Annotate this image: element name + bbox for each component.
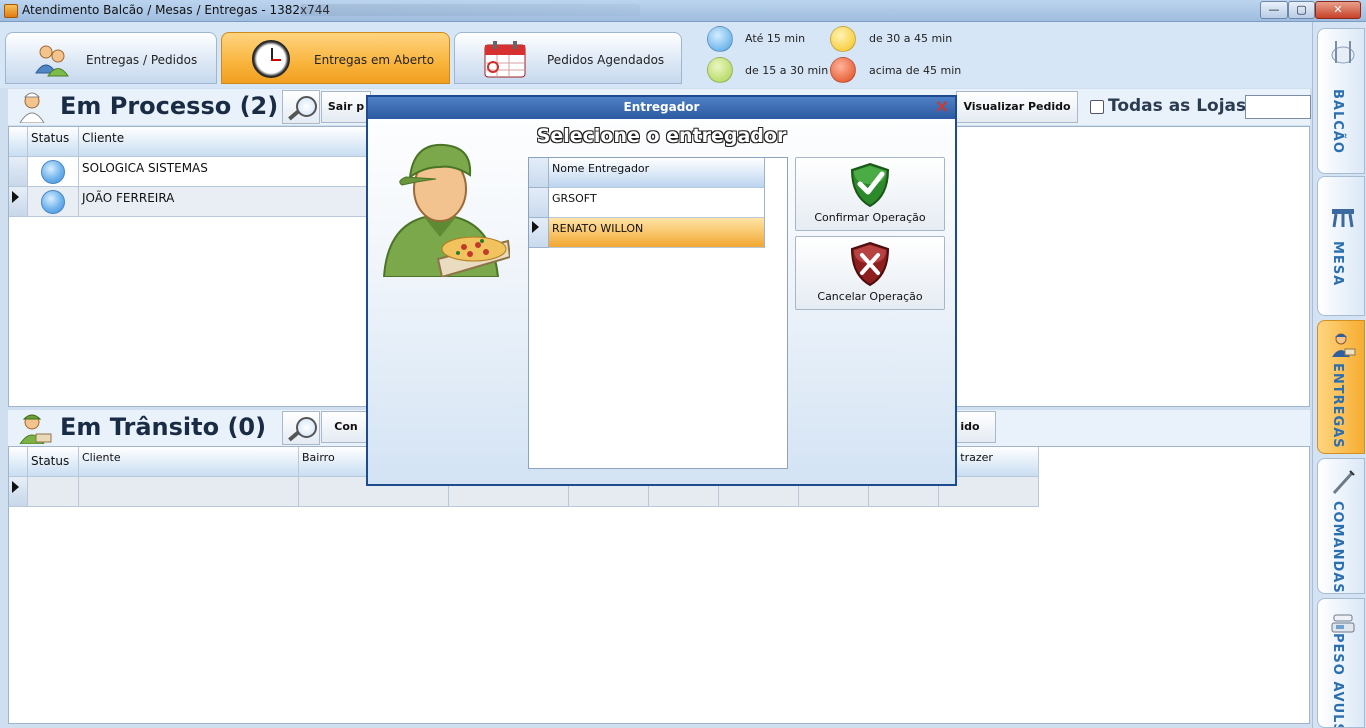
todas-lojas-checkbox[interactable]	[1090, 100, 1104, 114]
entregador-name: GRSOFT	[549, 188, 765, 218]
green-check-shield-icon	[850, 162, 890, 208]
search-button[interactable]	[282, 411, 320, 445]
row-selector[interactable]	[9, 477, 28, 507]
row-selector-header	[9, 447, 28, 477]
attendant-icon	[19, 92, 45, 123]
legend-label: de 15 a 30 min	[745, 64, 829, 77]
dialog-titlebar: Entregador ✕	[368, 97, 955, 119]
app-icon	[4, 4, 18, 18]
dialog-title: Entregador	[623, 100, 700, 114]
tab-label: Pedidos Agendados	[547, 53, 665, 67]
clock-icon	[252, 40, 290, 78]
list-item[interactable]: RENATO WILLON	[529, 218, 765, 248]
row-selector[interactable]	[9, 187, 28, 217]
top-toolbar: Entregas / Pedidos Entregas em Aberto Pe…	[0, 22, 1312, 88]
scale-icon	[1331, 614, 1355, 633]
list-item[interactable]: GRSOFT	[529, 188, 765, 218]
section-title: Em Trânsito (0)	[60, 413, 267, 441]
table-row[interactable]: JOÃO FERREIRA	[9, 187, 369, 217]
nome-entregador-column-header[interactable]: Nome Entregador	[549, 158, 765, 188]
status-column-header[interactable]: Status	[28, 127, 79, 157]
entregador-dialog: Entregador ✕ Selecione o entregador Nome…	[366, 95, 957, 486]
sidebar-item-mesa[interactable]: MESA	[1317, 176, 1365, 316]
sidebar-item-peso-avulso[interactable]: PESO AVULSO	[1317, 598, 1365, 728]
visualizar-pedido-button[interactable]: Visualizar Pedido	[956, 91, 1078, 123]
cancel-label: Cancelar Operação	[817, 290, 923, 303]
row-selector-header	[529, 158, 549, 188]
row-selector-header	[9, 127, 28, 157]
legend-dot-yellow	[830, 26, 856, 52]
confirmar-operacao-button[interactable]: Confirmar Operação	[795, 157, 945, 231]
legend-label: acima de 45 min	[869, 64, 962, 77]
table-icon	[1332, 209, 1354, 228]
minimize-button[interactable]: —	[1260, 1, 1288, 19]
sidebar-item-balcao[interactable]: BALCÃO	[1317, 28, 1365, 174]
pen-icon	[1332, 470, 1355, 495]
tab-label: Entregas / Pedidos	[86, 53, 198, 67]
search-button[interactable]	[282, 90, 320, 124]
sair-button[interactable]: Sair p	[321, 91, 371, 123]
right-sidebar: BALCÃO MESA ENTREGAS COMANDAS PESO AVULS…	[1312, 22, 1366, 728]
confirm-label: Confirmar Operação	[814, 211, 926, 224]
legend-dot-blue	[707, 26, 733, 52]
row-selector[interactable]	[9, 157, 28, 187]
current-row-pointer-icon	[12, 191, 19, 203]
sidebar-label: MESA	[1330, 241, 1345, 287]
status-column-header[interactable]: Status	[28, 447, 79, 477]
delivery-person-icon	[1332, 333, 1356, 357]
status-indicator-blue	[41, 190, 65, 214]
todas-lojas-label: Todas as Lojas	[1108, 96, 1247, 116]
tab-entregas-em-aberto[interactable]: Entregas em Aberto	[221, 32, 450, 84]
pizza-delivery-person-icon	[382, 143, 510, 277]
status-cell	[28, 157, 79, 187]
tab-pedidos-agendados[interactable]: Pedidos Agendados	[454, 32, 682, 84]
entregador-name: RENATO WILLON	[549, 218, 765, 248]
calendar-icon	[484, 41, 526, 78]
cancelar-operacao-button[interactable]: Cancelar Operação	[795, 236, 945, 310]
legend-label: Até 15 min	[745, 32, 806, 45]
con-button[interactable]: Con	[321, 411, 371, 443]
table-row[interactable]: SOLOGICA SISTEMAS	[9, 157, 369, 187]
row-selector[interactable]	[529, 218, 549, 248]
sidebar-label: PESO AVULSO	[1330, 633, 1345, 728]
maximize-button[interactable]: ▢	[1288, 1, 1315, 19]
entregador-list: Nome Entregador GRSOFT RENATO WILLON	[528, 157, 788, 469]
status-indicator-blue	[41, 160, 65, 184]
cliente-column-header[interactable]: Cliente	[79, 447, 299, 477]
cliente-cell: SOLOGICA SISTEMAS	[79, 157, 369, 187]
grid-cell	[28, 477, 79, 507]
row-selector[interactable]	[529, 188, 549, 218]
window-title: Atendimento Balcão / Mesas / Entregas - …	[22, 3, 331, 17]
list-header-row: Nome Entregador	[529, 158, 765, 188]
grid-cell	[79, 477, 299, 507]
transito-grid: Status Cliente Bairro r a trazer	[8, 446, 1310, 724]
sidebar-label: BALCÃO	[1330, 89, 1345, 154]
legend-dot-red	[830, 57, 856, 83]
blurred-titlebar-text	[300, 4, 640, 16]
grid-header-row: Status Cliente	[9, 127, 369, 157]
cutlery-icon	[1331, 41, 1355, 64]
sidebar-label: ENTREGAS	[1330, 363, 1345, 449]
section-title: Em Processo (2)	[60, 92, 279, 120]
sidebar-item-comandas[interactable]: COMANDAS	[1317, 458, 1365, 594]
red-x-shield-icon	[850, 241, 890, 287]
window-titlebar: Atendimento Balcão / Mesas / Entregas - …	[0, 0, 1366, 22]
tab-label: Entregas em Aberto	[314, 53, 435, 67]
close-window-button[interactable]: ✕	[1315, 1, 1361, 19]
legend-dot-green	[707, 57, 733, 83]
loja-input[interactable]	[1245, 95, 1311, 119]
close-icon[interactable]: ✕	[933, 99, 951, 117]
tab-entregas-pedidos[interactable]: Entregas / Pedidos	[5, 32, 217, 84]
delivery-person-icon	[19, 414, 52, 444]
current-row-pointer-icon	[12, 481, 19, 493]
people-icon	[35, 45, 69, 77]
legend-label: de 30 a 45 min	[869, 32, 953, 45]
current-row-pointer-icon	[532, 221, 539, 233]
cliente-column-header[interactable]: Cliente	[79, 127, 369, 157]
sidebar-label: COMANDAS	[1330, 501, 1345, 594]
sidebar-item-entregas[interactable]: ENTREGAS	[1317, 320, 1365, 454]
status-cell	[28, 187, 79, 217]
cliente-cell: JOÃO FERREIRA	[79, 187, 369, 217]
